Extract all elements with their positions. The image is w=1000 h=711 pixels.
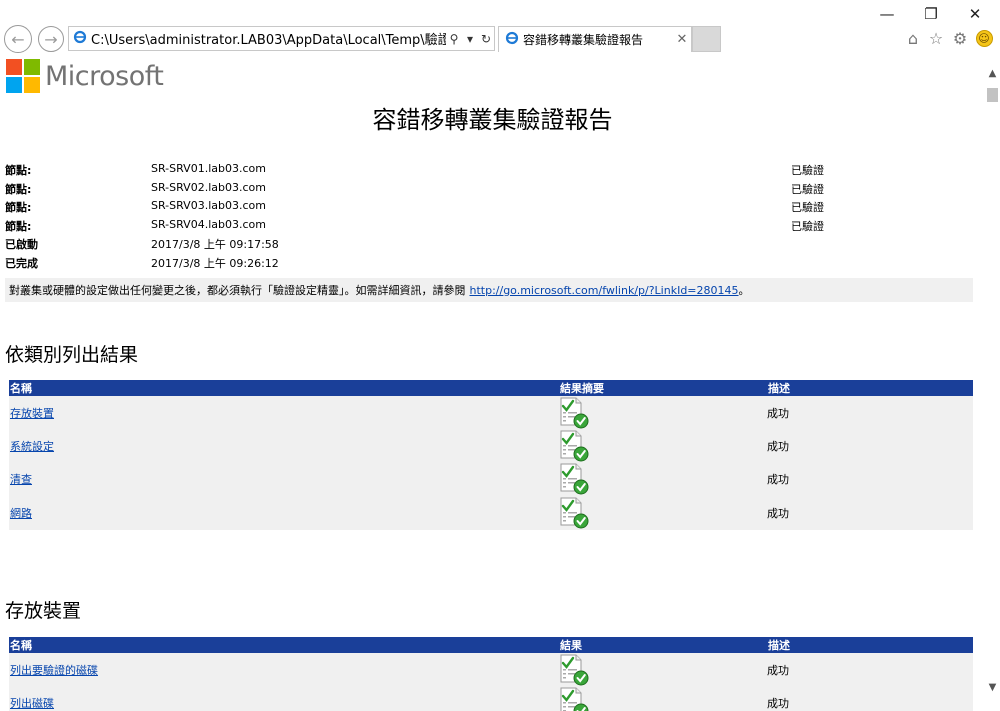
page-title: 容錯移轉叢集驗證報告 bbox=[372, 106, 613, 134]
table-header-row: 名稱 結果摘要 描述 bbox=[9, 380, 973, 396]
meta-row: 已完成 2017/3/8 上午 09:26:12 bbox=[5, 255, 975, 274]
meta-value: SR-SRV03.lab03.com bbox=[151, 199, 266, 213]
row-desc: 成功 bbox=[767, 496, 973, 530]
col-header-result: 結果 bbox=[559, 637, 767, 653]
row-desc: 成功 bbox=[767, 686, 973, 711]
home-icon[interactable]: ⌂ bbox=[903, 28, 923, 48]
success-check-icon bbox=[559, 687, 589, 711]
meta-value: SR-SRV01.lab03.com bbox=[151, 162, 266, 175]
meta-value: 2017/3/8 上午 09:17:58 bbox=[151, 238, 279, 252]
table-row: 列出要驗證的磁碟 成功 bbox=[9, 653, 973, 687]
success-check-icon bbox=[559, 430, 589, 462]
section-heading-by-category: 依類別列出結果 bbox=[5, 344, 139, 366]
meta-status: 已驗證 bbox=[791, 219, 824, 233]
browser-chrome: ← → C:\Users\administrator.LAB03\AppData… bbox=[0, 0, 1000, 56]
meta-row: 節點: SR-SRV04.lab03.com 已驗證 bbox=[5, 218, 975, 237]
restore-icon[interactable]: ❐ bbox=[908, 2, 954, 26]
storage-results-table: 名稱 結果 描述 列出要驗證的磁碟 成功 列出磁碟 成功 bbox=[9, 637, 973, 711]
meta-status: 已驗證 bbox=[791, 182, 824, 196]
meta-value: SR-SRV04.lab03.com bbox=[151, 217, 266, 231]
table-row: 系統設定 成功 bbox=[9, 429, 973, 463]
row-desc: 成功 bbox=[767, 396, 973, 430]
address-url[interactable]: C:\Users\administrator.LAB03\AppData\Loc… bbox=[91, 29, 446, 48]
report-meta: 節點: SR-SRV01.lab03.com 已驗證 節點: SR-SRV02.lab… bbox=[5, 162, 975, 274]
meta-value: SR-SRV02.lab03.com bbox=[151, 180, 266, 194]
forward-button[interactable]: → bbox=[38, 26, 64, 52]
address-bar[interactable]: C:\Users\administrator.LAB03\AppData\Loc… bbox=[68, 26, 495, 51]
category-results-table: 名稱 結果摘要 描述 存放裝置 成功 系統設定 成功 清查 成功 網路 成功 bbox=[9, 380, 973, 530]
row-desc: 成功 bbox=[767, 653, 973, 687]
microsoft-logo: Microsoft bbox=[6, 59, 164, 93]
success-check-icon bbox=[559, 654, 589, 686]
gear-icon[interactable]: ⚙ bbox=[950, 28, 970, 48]
page-content: Microsoft 容錯移轉叢集驗證報告 節點: SR-SRV01.lab03.c… bbox=[0, 56, 985, 711]
table-row: 網路 成功 bbox=[9, 496, 973, 530]
star-icon[interactable]: ☆ bbox=[926, 28, 946, 48]
col-header-result: 結果摘要 bbox=[559, 380, 767, 396]
close-icon[interactable]: ✕ bbox=[673, 32, 691, 47]
meta-key: 已完成 bbox=[5, 256, 38, 270]
col-header-desc: 描述 bbox=[767, 380, 973, 396]
dropdown-icon[interactable]: ▾ bbox=[462, 32, 478, 46]
tab-report[interactable]: 容錯移轉叢集驗證報告 ✕ bbox=[498, 26, 692, 52]
logo-text: Microsoft bbox=[45, 60, 164, 92]
note-text: 對叢集或硬體的設定做出任何變更之後，都必須執行「驗證設定精靈」。如需詳細資訊，請… bbox=[9, 284, 466, 297]
back-button[interactable]: ← bbox=[4, 25, 32, 53]
category-link[interactable]: 清查 bbox=[10, 473, 32, 486]
scrollbar-thumb[interactable] bbox=[987, 88, 998, 102]
back-icon: ← bbox=[11, 29, 25, 49]
note-end: 。 bbox=[738, 284, 750, 297]
meta-row: 節點: SR-SRV03.lab03.com 已驗證 bbox=[5, 199, 975, 218]
forward-icon: → bbox=[44, 29, 58, 49]
table-row: 清查 成功 bbox=[9, 462, 973, 497]
row-desc: 成功 bbox=[767, 462, 973, 497]
meta-key: 節點: bbox=[5, 219, 32, 233]
ie-icon bbox=[505, 31, 519, 48]
section-heading-storage: 存放裝置 bbox=[5, 600, 82, 622]
new-tab-button[interactable] bbox=[692, 26, 721, 52]
meta-row: 已啟動 2017/3/8 上午 09:17:58 bbox=[5, 236, 975, 255]
meta-row: 節點: SR-SRV02.lab03.com 已驗證 bbox=[5, 181, 975, 200]
table-row: 列出磁碟 成功 bbox=[9, 686, 973, 711]
meta-key: 節點: bbox=[5, 201, 32, 215]
meta-key: 已啟動 bbox=[5, 238, 38, 252]
meta-value: 2017/3/8 上午 09:26:12 bbox=[151, 256, 279, 270]
meta-status: 已驗證 bbox=[791, 164, 824, 177]
success-check-icon bbox=[559, 463, 589, 495]
tab-title: 容錯移轉叢集驗證報告 bbox=[523, 33, 644, 47]
refresh-icon[interactable]: ↻ bbox=[478, 32, 494, 46]
category-link[interactable]: 系統設定 bbox=[10, 440, 54, 453]
col-header-desc: 描述 bbox=[767, 637, 973, 653]
minimize-icon[interactable]: — bbox=[864, 2, 910, 26]
search-icon[interactable]: ⚲ bbox=[446, 32, 462, 46]
microsoft-logo-squares bbox=[6, 59, 40, 93]
table-header-row: 名稱 結果 描述 bbox=[9, 637, 973, 653]
test-link[interactable]: 列出磁碟 bbox=[10, 697, 54, 710]
vertical-scrollbar[interactable]: ▲ ▼ bbox=[985, 64, 1000, 711]
success-check-icon bbox=[559, 497, 589, 529]
ie-icon bbox=[73, 30, 87, 48]
col-header-name: 名稱 bbox=[9, 380, 559, 396]
test-link[interactable]: 列出要驗證的磁碟 bbox=[10, 664, 98, 677]
success-check-icon bbox=[559, 397, 589, 429]
smiley-icon[interactable]: ☺ bbox=[974, 28, 994, 48]
row-desc: 成功 bbox=[767, 429, 973, 463]
col-header-name: 名稱 bbox=[9, 637, 559, 653]
category-link[interactable]: 網路 bbox=[10, 507, 32, 520]
meta-row: 節點: SR-SRV01.lab03.com 已驗證 bbox=[5, 162, 975, 181]
scroll-up-icon[interactable]: ▲ bbox=[985, 66, 1000, 82]
table-row: 存放裝置 成功 bbox=[9, 396, 973, 430]
category-link[interactable]: 存放裝置 bbox=[10, 407, 54, 420]
meta-key: 節點: bbox=[5, 164, 32, 177]
info-note: 對叢集或硬體的設定做出任何變更之後，都必須執行「驗證設定精靈」。如需詳細資訊，請… bbox=[5, 278, 973, 302]
window-close-icon[interactable]: ✕ bbox=[952, 2, 998, 26]
help-link[interactable]: http://go.microsoft.com/fwlink/p/?LinkId… bbox=[470, 284, 739, 297]
meta-key: 節點: bbox=[5, 182, 32, 196]
meta-status: 已驗證 bbox=[791, 201, 824, 215]
scroll-down-icon[interactable]: ▼ bbox=[985, 680, 1000, 696]
